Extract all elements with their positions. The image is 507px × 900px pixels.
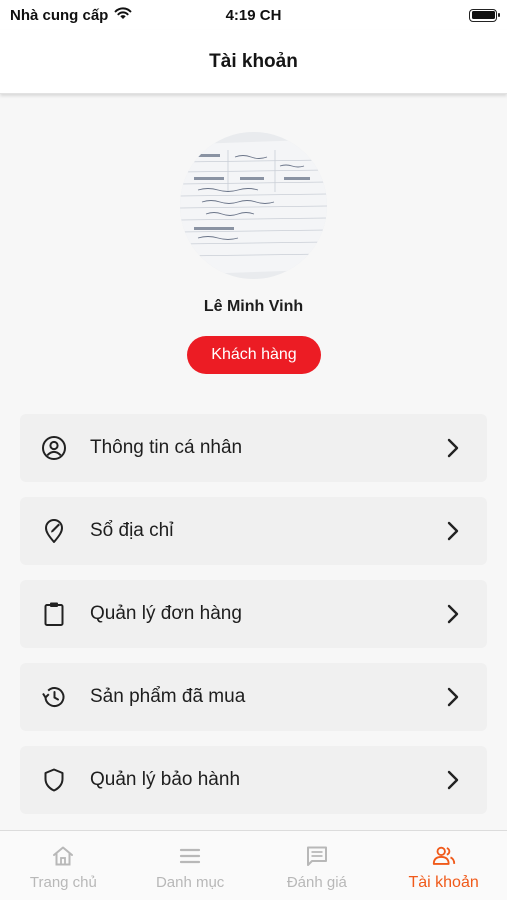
- user-circle-icon: [40, 434, 68, 462]
- battery-icon: [469, 8, 500, 22]
- role-badge-button[interactable]: Khách hàng: [187, 336, 321, 374]
- menu-item-order-management[interactable]: Quản lý đơn hàng: [20, 580, 487, 648]
- tab-label: Đánh giá: [286, 874, 347, 891]
- tab-label: Trang chủ: [29, 874, 97, 891]
- chat-icon: [304, 843, 330, 869]
- shield-icon: [40, 766, 68, 794]
- avatar[interactable]: [180, 132, 327, 279]
- tab-reviews[interactable]: Đánh giá: [254, 831, 381, 900]
- tab-bar: Trang chủ Danh mục Đánh giá Tài khoản: [0, 830, 507, 900]
- menu-label: Quản lý bảo hành: [90, 769, 241, 790]
- chevron-right-icon: [441, 436, 465, 460]
- history-icon: [40, 683, 68, 711]
- chevron-right-icon: [441, 602, 465, 626]
- status-left: Nhà cung cấp: [10, 6, 132, 24]
- tab-home[interactable]: Trang chủ: [0, 831, 127, 900]
- home-icon: [50, 843, 76, 869]
- tab-label: Tài khoản: [408, 874, 479, 891]
- chevron-right-icon: [441, 685, 465, 709]
- header: Tài khoản: [0, 30, 507, 94]
- status-bar: Nhà cung cấp 4:19 CH: [0, 0, 507, 30]
- chevron-right-icon: [441, 768, 465, 792]
- menu-item-address-book[interactable]: Sổ địa chỉ: [20, 497, 487, 565]
- menu-item-personal-info[interactable]: Thông tin cá nhân: [20, 414, 487, 482]
- chevron-right-icon: [441, 519, 465, 543]
- tab-label: Danh mục: [155, 874, 225, 891]
- users-icon: [431, 843, 457, 869]
- location-pin-icon: [40, 517, 68, 545]
- menu-icon: [177, 843, 203, 869]
- carrier-label: Nhà cung cấp: [10, 6, 109, 24]
- menu-label: Sản phẩm đã mua: [90, 686, 246, 707]
- status-time: 4:19 CH: [225, 6, 282, 24]
- menu-label: Thông tin cá nhân: [90, 437, 243, 458]
- avatar-photo: [180, 132, 327, 279]
- tab-categories[interactable]: Danh mục: [127, 831, 254, 900]
- menu-label: Quản lý đơn hàng: [90, 603, 242, 624]
- menu-item-warranty-management[interactable]: Quản lý bảo hành: [20, 746, 487, 814]
- menu-label: Sổ địa chỉ: [90, 520, 174, 541]
- menu-item-purchased-products[interactable]: Sản phẩm đã mua: [20, 663, 487, 731]
- user-name: Lê Minh Vinh: [203, 298, 304, 315]
- tab-account[interactable]: Tài khoản: [380, 831, 507, 900]
- clipboard-icon: [40, 600, 68, 628]
- page-title: Tài khoản: [209, 50, 298, 72]
- wifi-icon: [114, 6, 132, 24]
